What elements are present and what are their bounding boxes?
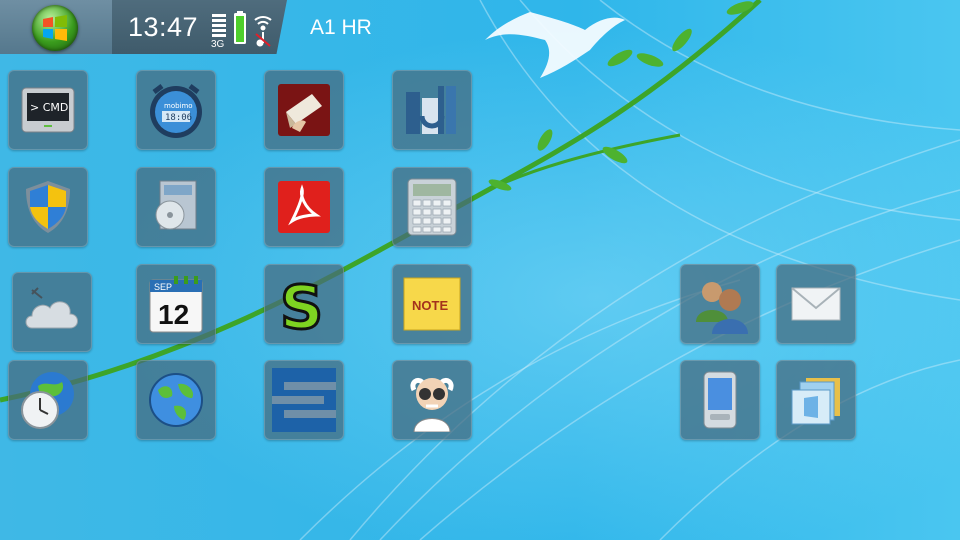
globe-map-icon bbox=[149, 373, 203, 427]
svg-text:> CMD: > CMD bbox=[30, 101, 68, 114]
paint-app-tile[interactable] bbox=[264, 70, 344, 150]
weather-cloud-icon bbox=[25, 287, 78, 329]
battery-icon bbox=[234, 11, 246, 44]
svg-text:NOTE: NOTE bbox=[412, 298, 448, 313]
alarm-clock-icon: mobimo 18:06 bbox=[150, 84, 202, 138]
cmd-app-tile[interactable]: > CMD bbox=[8, 70, 88, 150]
files-tile[interactable] bbox=[776, 360, 856, 440]
alarm-clock-tile[interactable]: mobimo 18:06 bbox=[136, 70, 216, 150]
svg-text:SEP: SEP bbox=[154, 282, 172, 292]
shield-icon bbox=[26, 181, 70, 233]
windows-logo-icon bbox=[43, 15, 67, 41]
professor-icon bbox=[410, 377, 454, 432]
pdf-reader-tile[interactable] bbox=[264, 167, 344, 247]
software-install-icon bbox=[155, 180, 197, 230]
sticky-note-icon: NOTE bbox=[403, 277, 461, 331]
start-button[interactable] bbox=[32, 5, 78, 51]
mobile-device-icon bbox=[703, 371, 737, 429]
software-install-tile[interactable] bbox=[136, 167, 216, 247]
wifi-muted-icon bbox=[254, 16, 272, 47]
dictionary-app-tile[interactable] bbox=[392, 70, 472, 150]
contacts-icon bbox=[696, 282, 748, 334]
folder-windows-icon bbox=[791, 378, 840, 425]
calculator-icon bbox=[407, 178, 457, 236]
weather-tile[interactable] bbox=[12, 272, 92, 352]
svg-text:S: S bbox=[280, 273, 323, 336]
pdf-reader-icon bbox=[278, 181, 330, 233]
mail-tile[interactable] bbox=[776, 264, 856, 344]
stacked-s-app-tile[interactable] bbox=[264, 360, 344, 440]
terminal-icon: > CMD bbox=[21, 87, 75, 133]
svg-text:18:06: 18:06 bbox=[165, 113, 192, 123]
clock-time[interactable]: 13:47 bbox=[128, 12, 198, 43]
calendar-tile[interactable]: SEP 12 bbox=[136, 264, 216, 344]
svg-text:mobimo: mobimo bbox=[164, 102, 193, 110]
svg-text:12: 12 bbox=[158, 299, 189, 330]
s-app-icon: S bbox=[279, 272, 325, 336]
world-clock-tile[interactable] bbox=[8, 360, 88, 440]
world-clock-icon bbox=[21, 372, 74, 429]
mobile-device-tile[interactable] bbox=[680, 360, 760, 440]
security-tile[interactable] bbox=[8, 167, 88, 247]
calculator-tile[interactable] bbox=[392, 167, 472, 247]
contacts-tile[interactable] bbox=[680, 264, 760, 344]
maps-tile[interactable] bbox=[136, 360, 216, 440]
mail-icon bbox=[791, 287, 841, 321]
status-icons: 3G bbox=[211, 11, 272, 50]
paint-app-icon bbox=[278, 84, 330, 136]
calendar-icon: SEP 12 bbox=[149, 276, 203, 333]
s-app-tile[interactable]: S bbox=[264, 264, 344, 344]
network-type-label: 3G bbox=[211, 39, 225, 50]
professor-tile[interactable] bbox=[392, 360, 472, 440]
sticky-note-tile[interactable]: NOTE bbox=[392, 264, 472, 344]
operator-name: A1 HR bbox=[310, 16, 372, 39]
dictionary-icon bbox=[406, 86, 456, 134]
stacked-s-app-icon bbox=[272, 368, 336, 432]
signal-strength-icon bbox=[212, 14, 226, 37]
